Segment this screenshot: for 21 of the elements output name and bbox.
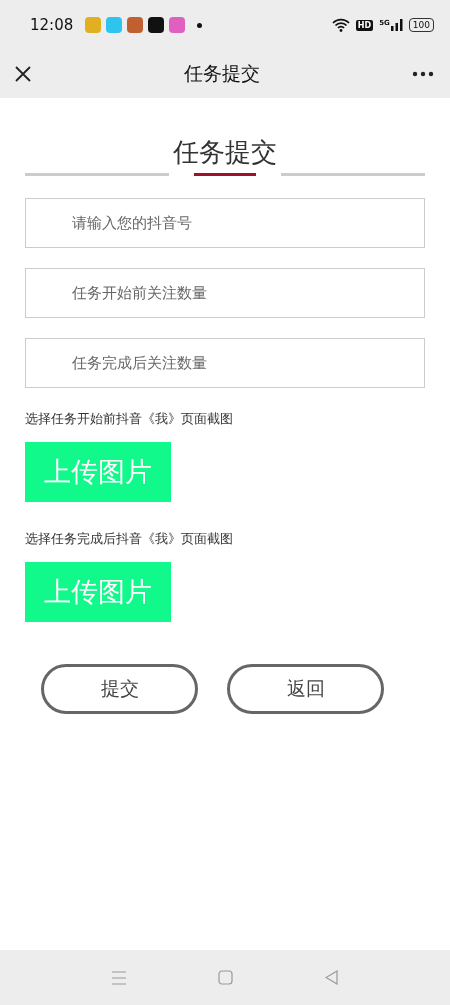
home-square-icon[interactable] <box>218 970 233 985</box>
close-icon[interactable] <box>14 65 32 83</box>
upload-label: 选择任务开始前抖音《我》页面截图 <box>25 410 234 428</box>
menu-icon[interactable] <box>112 970 126 985</box>
more-icon[interactable] <box>412 71 434 77</box>
back-icon[interactable] <box>325 970 338 985</box>
wifi-icon <box>331 18 350 32</box>
notification-dot-icon <box>197 22 203 28</box>
signal-icon <box>390 19 403 31</box>
title-underline <box>194 173 256 176</box>
battery-indicator: 100 <box>408 18 434 32</box>
input-field[interactable]: 请输入您的抖音号 <box>25 198 425 248</box>
clock-time: 12:08 <box>30 16 74 34</box>
upload-label: 选择任务完成后抖音《我》页面截图 <box>25 530 234 548</box>
form-title: 任务提交 <box>173 136 277 168</box>
input-field[interactable]: 任务完成后关注数量 <box>25 338 425 388</box>
submit-button[interactable]: 提交 <box>41 664 198 714</box>
page-title: 任务提交 <box>183 61 261 86</box>
back-button[interactable]: 返回 <box>227 664 384 714</box>
hd-badge: HD <box>355 19 374 31</box>
input-field[interactable]: 任务开始前关注数量 <box>25 268 425 318</box>
